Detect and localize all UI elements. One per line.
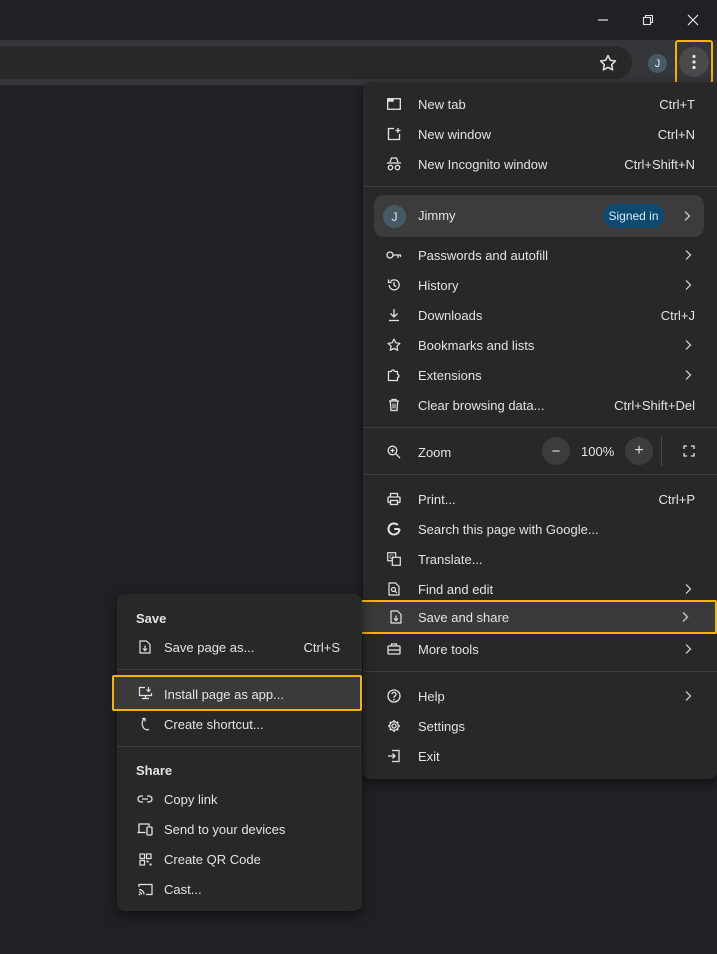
menu-item-save-and-share[interactable]: Save and share (358, 600, 717, 634)
help-icon (385, 687, 403, 705)
browser-menu-button[interactable] (675, 40, 713, 84)
submenu-item-create-qr-code[interactable]: Create QR Code (117, 844, 362, 874)
title-bar (0, 0, 717, 40)
submenu-item-save-page-as[interactable]: Save page as... Ctrl+S (117, 632, 362, 662)
fullscreen-button[interactable] (675, 437, 703, 465)
zoom-icon (385, 443, 403, 461)
menu-item-new-window[interactable]: New window Ctrl+N (363, 119, 717, 149)
menu-item-help[interactable]: Help (363, 681, 717, 711)
chevron-right-icon (680, 611, 690, 623)
plus-icon: + (634, 442, 644, 459)
chevron-right-icon (683, 690, 693, 702)
save-page-icon (136, 638, 154, 656)
menu-item-clear-browsing-data[interactable]: Clear browsing data... Ctrl+Shift+Del (363, 390, 717, 420)
menu-divider (363, 671, 717, 672)
save-share-icon (387, 608, 405, 626)
profile-name: Jimmy (418, 208, 456, 223)
submenu-item-send-to-devices[interactable]: Send to your devices (117, 814, 362, 844)
devices-icon (136, 820, 154, 838)
submenu-item-copy-link[interactable]: Copy link (117, 784, 362, 814)
menu-item-search-with-google[interactable]: Search this page with Google... (363, 514, 717, 544)
minus-icon: − (551, 442, 561, 460)
chevron-right-icon (683, 279, 693, 291)
avatar: J (383, 205, 406, 228)
profile-avatar-button[interactable]: J (648, 54, 667, 73)
incognito-icon (385, 155, 403, 173)
menu-item-more-tools[interactable]: More tools (363, 634, 717, 664)
history-icon (385, 276, 403, 294)
menu-item-settings[interactable]: Settings (363, 711, 717, 741)
close-window-button[interactable] (676, 6, 710, 34)
restore-icon (642, 14, 654, 26)
fullscreen-icon (683, 445, 695, 457)
chevron-right-icon (683, 369, 693, 381)
exit-icon (385, 747, 403, 765)
share-section-heading: Share (136, 763, 173, 778)
link-icon (136, 790, 154, 808)
shortcut-icon (136, 715, 154, 733)
menu-divider (363, 474, 717, 475)
address-bar[interactable] (0, 46, 632, 79)
svg-text:G: G (389, 554, 394, 561)
close-icon (687, 14, 699, 26)
submenu-divider (117, 746, 362, 747)
cast-icon (136, 880, 154, 898)
chevron-right-icon (682, 210, 692, 222)
toolbox-icon (385, 640, 403, 658)
restore-button[interactable] (631, 6, 665, 34)
submenu-item-install-page-as-app[interactable]: Install page as app... (112, 675, 362, 711)
browser-toolbar: J (0, 40, 717, 86)
menu-divider (363, 427, 717, 428)
gear-icon (385, 717, 403, 735)
menu-item-translate[interactable]: G Translate... (363, 544, 717, 574)
chevron-right-icon (683, 583, 693, 595)
submenu-item-create-shortcut[interactable]: Create shortcut... (117, 709, 362, 739)
new-window-icon (385, 125, 403, 143)
puzzle-icon (385, 366, 403, 384)
browser-main-menu: New tab Ctrl+T New window Ctrl+N New Inc… (363, 82, 717, 779)
trash-icon (385, 396, 403, 414)
profile-row[interactable]: J Jimmy Signed in (374, 195, 704, 237)
chevron-right-icon (683, 339, 693, 351)
submenu-item-cast[interactable]: Cast... (117, 874, 362, 904)
new-tab-icon (385, 95, 403, 113)
bookmark-star-button[interactable] (596, 51, 620, 75)
translate-icon: G (385, 550, 403, 568)
menu-item-print[interactable]: Print... Ctrl+P (363, 484, 717, 514)
qr-code-icon (136, 850, 154, 868)
kebab-menu-icon (679, 47, 709, 77)
chevron-right-icon (683, 249, 693, 261)
zoom-in-button[interactable]: + (625, 437, 653, 465)
menu-item-passwords-and-autofill[interactable]: Passwords and autofill (363, 240, 717, 270)
minimize-icon (597, 14, 609, 26)
menu-item-extensions[interactable]: Extensions (363, 360, 717, 390)
submenu-divider (117, 669, 362, 670)
star-icon (596, 51, 620, 75)
star-icon (385, 336, 403, 354)
menu-item-downloads[interactable]: Downloads Ctrl+J (363, 300, 717, 330)
zoom-out-button[interactable]: − (542, 437, 570, 465)
zoom-divider (661, 436, 662, 466)
save-section-heading: Save (136, 611, 167, 626)
menu-divider (363, 186, 717, 187)
save-and-share-submenu: Save Save page as... Ctrl+S Create short… (117, 594, 362, 911)
install-app-icon (136, 684, 154, 702)
zoom-level: 100% (581, 444, 615, 459)
signed-in-badge: Signed in (603, 204, 664, 228)
menu-item-zoom: Zoom (363, 437, 717, 467)
print-icon (385, 490, 403, 508)
minimize-button[interactable] (586, 6, 620, 34)
google-icon (385, 520, 403, 538)
menu-item-bookmarks-and-lists[interactable]: Bookmarks and lists (363, 330, 717, 360)
chevron-right-icon (683, 643, 693, 655)
key-icon (385, 246, 403, 264)
menu-item-new-incognito-window[interactable]: New Incognito window Ctrl+Shift+N (363, 149, 717, 179)
download-icon (385, 306, 403, 324)
menu-item-history[interactable]: History (363, 270, 717, 300)
menu-item-new-tab[interactable]: New tab Ctrl+T (363, 89, 717, 119)
find-icon (385, 580, 403, 598)
menu-item-exit[interactable]: Exit (363, 741, 717, 771)
